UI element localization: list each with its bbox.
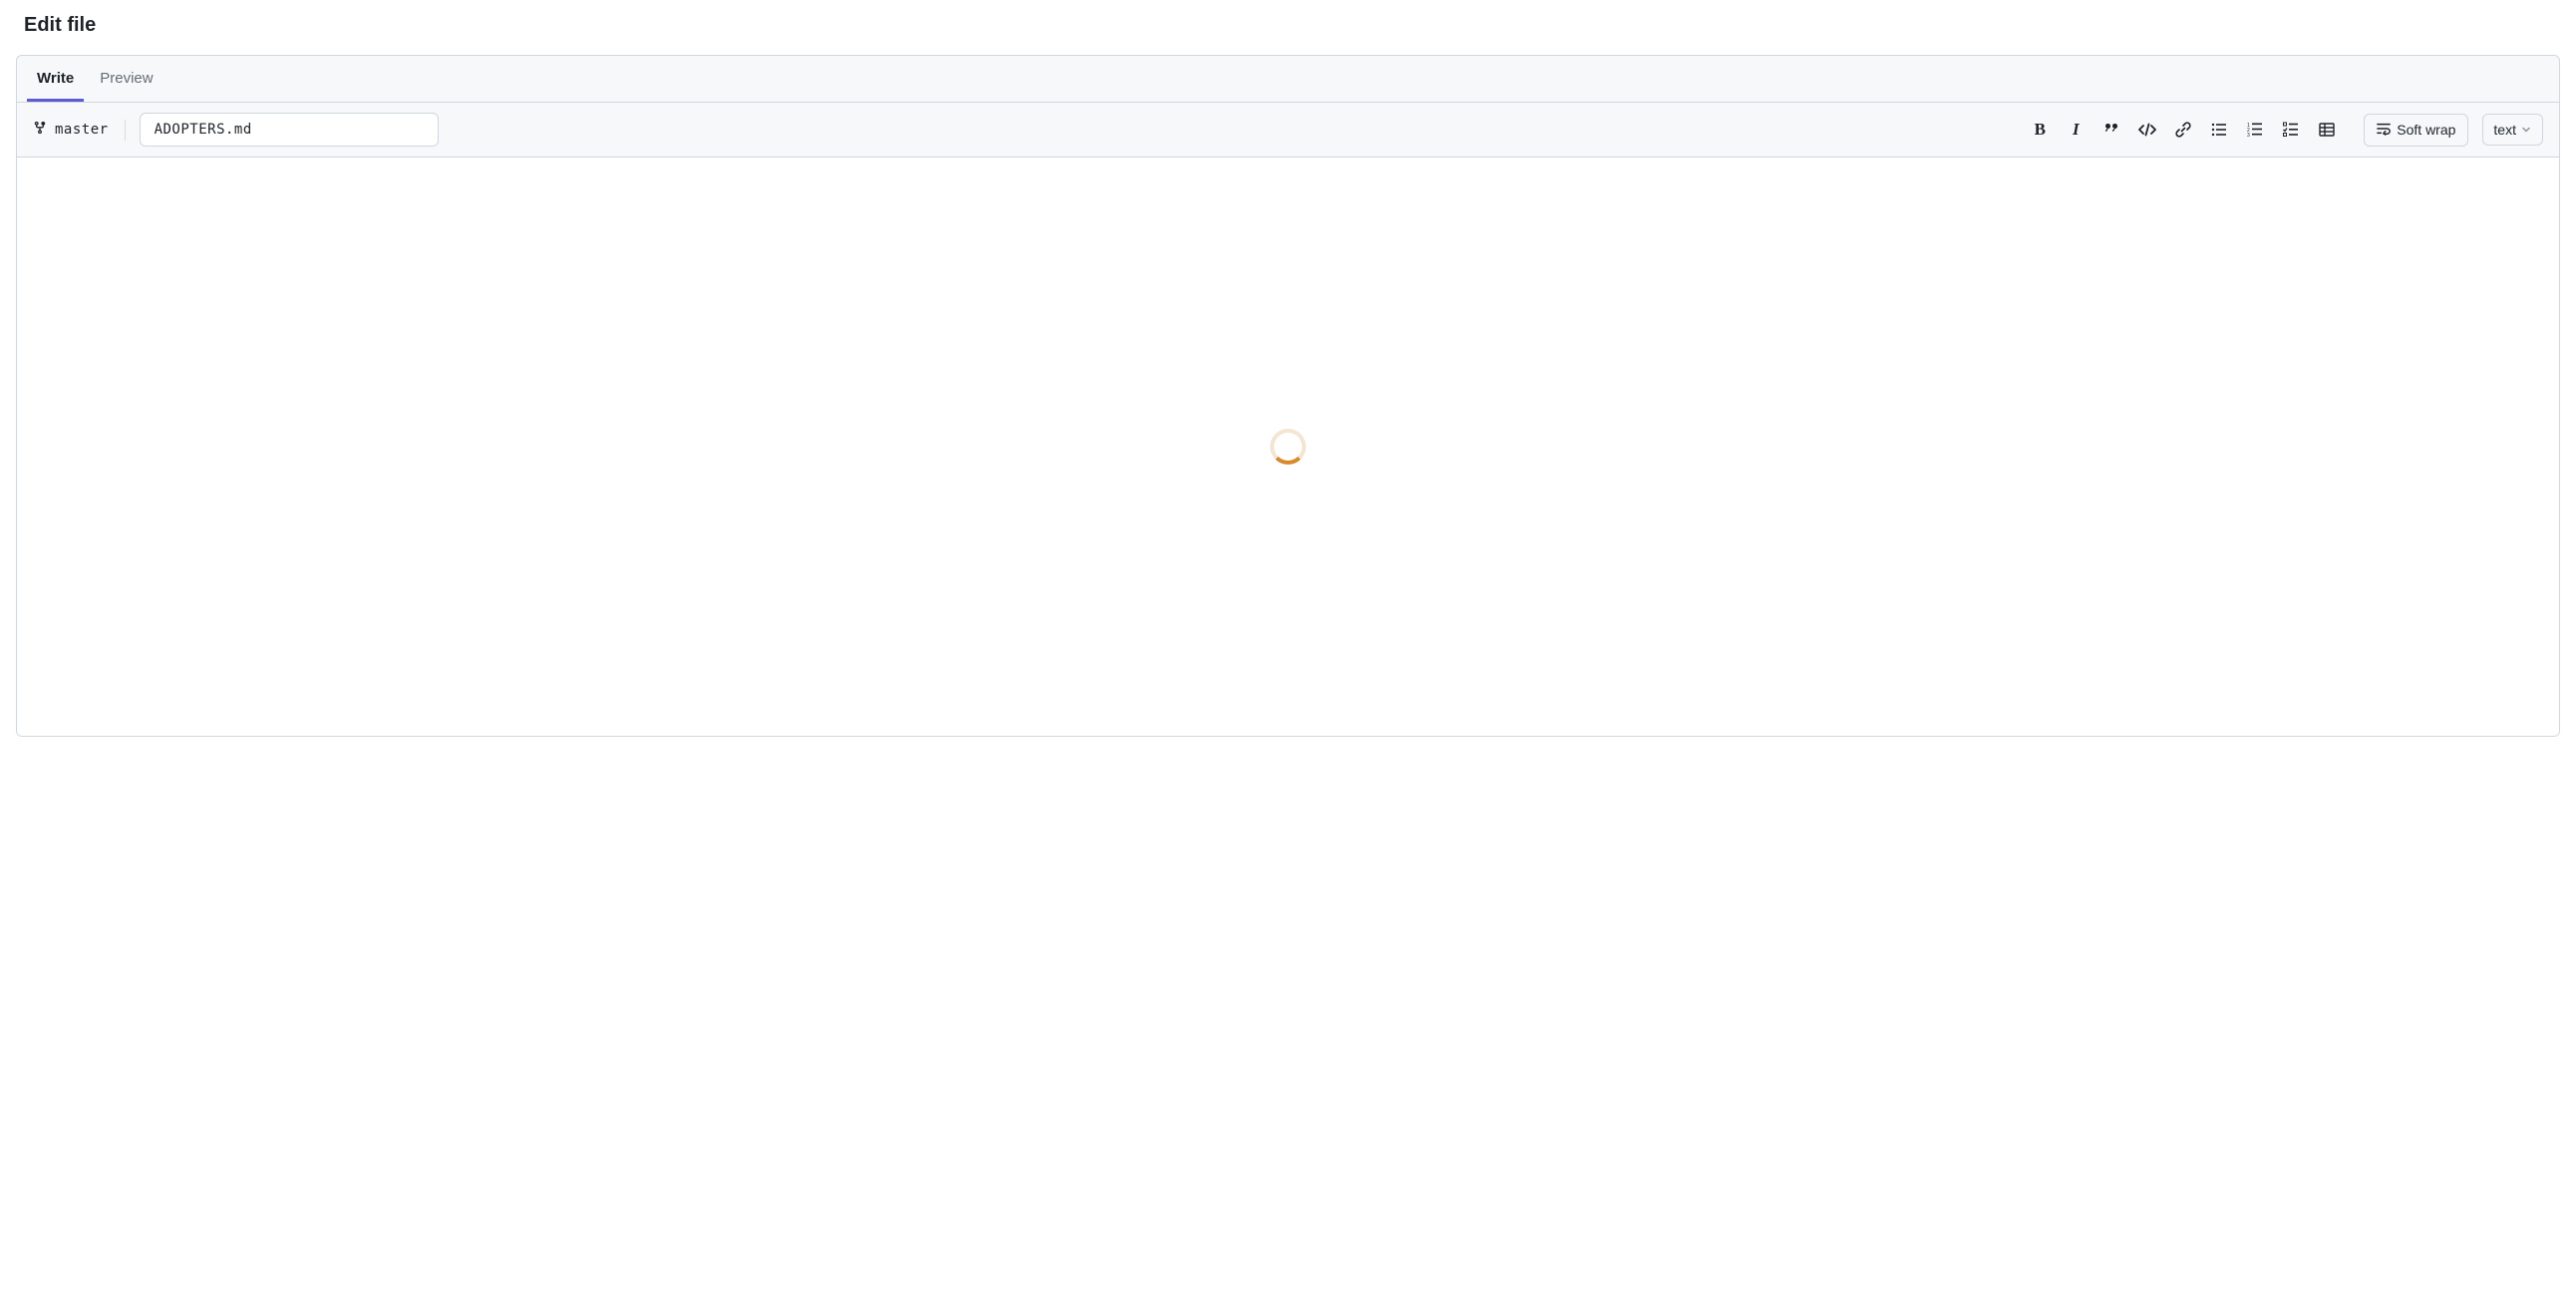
branch-name: master bbox=[55, 122, 109, 138]
formatting-toolbar: B I bbox=[2031, 121, 2336, 139]
soft-wrap-button[interactable]: Soft wrap bbox=[2364, 114, 2468, 147]
branch-icon bbox=[33, 120, 47, 141]
ordered-list-button[interactable]: 1 2 3 bbox=[2246, 121, 2264, 139]
soft-wrap-label: Soft wrap bbox=[2397, 122, 2455, 138]
tabs-row: Write Preview bbox=[17, 56, 2559, 102]
list-ol-icon: 1 2 3 bbox=[2247, 122, 2263, 138]
editor-content-area[interactable] bbox=[17, 158, 2559, 736]
file-info-row: master B I bbox=[17, 102, 2559, 158]
tab-write[interactable]: Write bbox=[27, 56, 84, 102]
italic-icon: I bbox=[2073, 120, 2080, 140]
code-button[interactable] bbox=[2138, 121, 2156, 139]
task-list-icon bbox=[2283, 122, 2299, 138]
page-title: Edit file bbox=[16, 0, 2560, 55]
link-icon bbox=[2175, 122, 2191, 138]
quote-icon bbox=[2103, 122, 2119, 138]
filetype-dropdown[interactable]: text bbox=[2482, 114, 2543, 146]
link-button[interactable] bbox=[2174, 121, 2192, 139]
chevron-down-icon bbox=[2520, 124, 2532, 136]
svg-text:3: 3 bbox=[2247, 133, 2250, 138]
unordered-list-button[interactable] bbox=[2210, 121, 2228, 139]
loading-spinner bbox=[1270, 429, 1306, 465]
table-button[interactable] bbox=[2318, 121, 2336, 139]
filename-input[interactable] bbox=[140, 113, 439, 147]
italic-button[interactable]: I bbox=[2067, 121, 2085, 139]
quote-button[interactable] bbox=[2102, 121, 2120, 139]
code-icon bbox=[2138, 122, 2156, 138]
branch-section[interactable]: master bbox=[33, 120, 126, 141]
task-list-button[interactable] bbox=[2282, 121, 2300, 139]
list-ul-icon bbox=[2211, 122, 2227, 138]
bold-button[interactable]: B bbox=[2031, 121, 2049, 139]
tab-preview[interactable]: Preview bbox=[90, 56, 162, 102]
bold-icon: B bbox=[2035, 120, 2046, 140]
wrap-icon bbox=[2377, 122, 2391, 139]
table-icon bbox=[2319, 122, 2335, 138]
filetype-label: text bbox=[2493, 122, 2516, 138]
editor-container: Write Preview master B I bbox=[16, 55, 2560, 737]
